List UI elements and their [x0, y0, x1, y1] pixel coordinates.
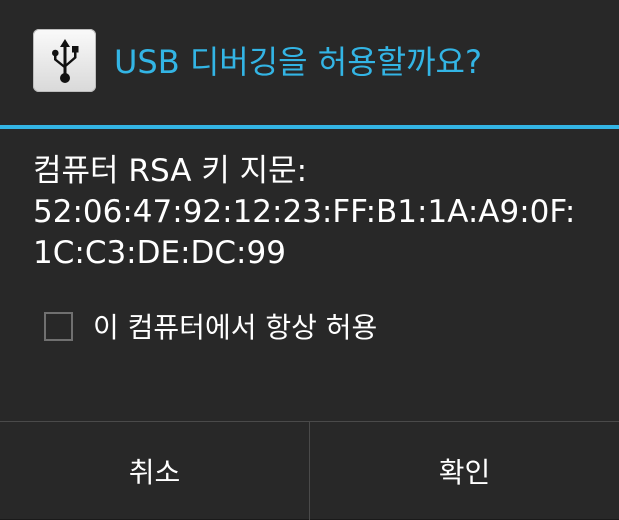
- fingerprint-line-1: 52:06:47:92:12:23:FF:B1:1A:A9:0F:: [33, 194, 576, 230]
- always-allow-label[interactable]: 이 컴퓨터에서 항상 허용: [93, 306, 377, 346]
- title-divider: [0, 125, 619, 129]
- dialog-message: 컴퓨터 RSA 키 지문: 52:06:47:92:12:23:FF:B1:1A…: [33, 151, 603, 274]
- fingerprint-line-2: 1C:C3:DE:DC:99: [33, 235, 286, 271]
- cancel-button[interactable]: 취소: [0, 422, 309, 520]
- dialog-header: USB 디버깅을 허용할까요?: [0, 0, 619, 126]
- dialog-title: USB 디버깅을 허용할까요?: [114, 43, 482, 81]
- usb-debugging-dialog: USB 디버깅을 허용할까요? 컴퓨터 RSA 키 지문: 52:06:47:9…: [0, 0, 619, 520]
- ok-button[interactable]: 확인: [310, 422, 619, 520]
- fingerprint-label: 컴퓨터 RSA 키 지문:: [33, 153, 308, 189]
- always-allow-row[interactable]: 이 컴퓨터에서 항상 허용: [44, 306, 377, 346]
- always-allow-checkbox[interactable]: [44, 311, 73, 341]
- usb-icon: [33, 29, 96, 92]
- dialog-button-bar: 취소 확인: [0, 421, 619, 520]
